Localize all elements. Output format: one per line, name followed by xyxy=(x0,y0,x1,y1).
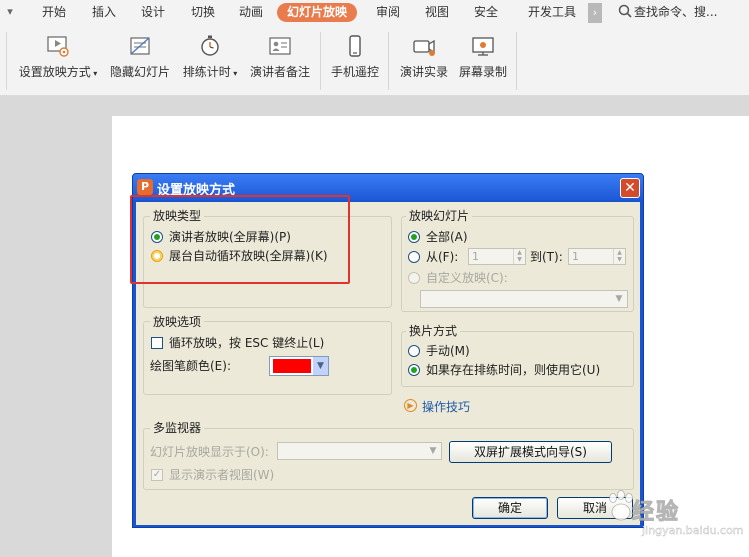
screen-record-icon xyxy=(472,37,494,56)
watermark-text: 经验 xyxy=(631,500,681,526)
speaker-notes-button[interactable]: 演讲者备注 xyxy=(248,34,312,90)
ribbon-tab-bar: ▾ 开始 插入 设计 切换 动画 幻灯片放映 审阅 视图 安全 开发工具 › 查… xyxy=(0,0,749,26)
custom-show-select: ▼ xyxy=(420,290,628,308)
record-speech-button[interactable]: 演讲实录 xyxy=(396,34,452,90)
advance-slides-label: 换片方式 xyxy=(406,322,461,339)
close-button[interactable]: ✕ xyxy=(620,178,640,198)
hide-slide-label: 隐藏幻灯片 xyxy=(109,65,170,79)
phone-remote-label: 手机遥控 xyxy=(330,65,379,79)
chevron-down-icon[interactable]: ▾ xyxy=(2,4,18,20)
rehearse-timings-button[interactable]: 排练计时 ▾ xyxy=(180,34,240,90)
from-label[interactable]: 从(F): xyxy=(426,249,458,265)
tab-transition[interactable]: 切换 xyxy=(181,3,225,22)
dropdown-arrow-icon: ▾ xyxy=(230,69,238,78)
radio-all-slides[interactable] xyxy=(408,231,420,243)
tab-home[interactable]: 开始 xyxy=(32,3,76,22)
loop-checkbox[interactable] xyxy=(151,337,163,349)
tab-design[interactable]: 设计 xyxy=(131,3,175,22)
ribbon-toolbar: 设置放映方式 ▾ 隐藏幻灯片 排练计时 ▾ 演讲者备注 手机遥控 演讲实录 屏幕… xyxy=(0,26,749,96)
phone-remote-button[interactable]: 手机遥控 xyxy=(328,34,382,90)
manual-advance-label[interactable]: 手动(M) xyxy=(426,343,470,359)
rehearse-timings-label: 排练计时 xyxy=(182,65,231,79)
play-circle-icon: ▶ xyxy=(404,399,417,412)
chevron-down-icon: ▼ xyxy=(429,446,437,456)
from-slide-value: 1 xyxy=(472,250,479,263)
tips-link[interactable]: 操作技巧 xyxy=(422,398,470,415)
tab-developer[interactable]: 开发工具 xyxy=(518,3,586,22)
chevron-down-icon[interactable]: ▼ xyxy=(313,357,328,375)
search-placeholder: 查找命令、搜... xyxy=(634,5,718,19)
watermark-url: jingyan.baidu.com xyxy=(642,524,744,537)
hide-slide-icon xyxy=(130,37,150,55)
dual-screen-wizard-button[interactable]: 双屏扩展模式向导(S) xyxy=(449,441,612,463)
pen-color-label: 绘图笔颜色(E): xyxy=(150,359,231,373)
display-on-select: ▼ xyxy=(277,442,442,460)
loop-label[interactable]: 循环放映，按 ESC 键终止(L) xyxy=(169,335,324,351)
show-slides-label: 放映幻灯片 xyxy=(406,207,473,224)
slideshow-settings-icon xyxy=(47,36,69,57)
presenter-view-label: 显示演示者视图(W) xyxy=(169,468,275,482)
screen-record-label: 屏幕录制 xyxy=(458,65,507,79)
pen-color-picker[interactable]: ▼ xyxy=(269,356,329,376)
speaker-notes-icon xyxy=(269,37,291,55)
ribbon-separator xyxy=(516,32,517,90)
ok-button[interactable]: 确定 xyxy=(472,497,548,519)
use-timings-label[interactable]: 如果存在排练时间，则使用它(U) xyxy=(426,362,600,378)
to-label: 到(T): xyxy=(530,250,563,264)
pen-color-swatch xyxy=(273,359,311,373)
custom-show-label: 自定义放映(C): xyxy=(426,271,508,285)
to-slide-value: 1 xyxy=(572,250,579,263)
tab-view[interactable]: 视图 xyxy=(415,3,459,22)
tab-animation[interactable]: 动画 xyxy=(229,3,273,22)
command-search[interactable]: 查找命令、搜... xyxy=(618,3,717,22)
speaker-notes-label: 演讲者备注 xyxy=(249,65,310,79)
tab-review[interactable]: 审阅 xyxy=(366,3,410,22)
tab-security[interactable]: 安全 xyxy=(464,3,508,22)
advance-slides-group xyxy=(401,331,634,387)
tab-slideshow[interactable]: 幻灯片放映 xyxy=(277,3,358,22)
show-options-label: 放映选项 xyxy=(150,313,205,330)
ribbon-separator xyxy=(6,32,7,90)
search-icon xyxy=(618,4,632,18)
all-slides-label[interactable]: 全部(A) xyxy=(426,229,468,245)
app-logo-icon: P xyxy=(137,179,153,195)
radio-custom-show xyxy=(408,272,420,284)
spinner-arrows-icon[interactable]: ▲ ▼ xyxy=(613,249,625,264)
highlight-box xyxy=(130,195,350,284)
video-camera-icon xyxy=(413,39,435,56)
presenter-view-checkbox: ✓ xyxy=(151,469,163,481)
more-tabs-button[interactable]: › xyxy=(588,3,602,23)
ribbon-separator xyxy=(320,32,321,90)
dropdown-arrow-icon: ▾ xyxy=(90,69,98,78)
to-slide-spinner[interactable]: 1 ▲ ▼ xyxy=(568,248,626,265)
chevron-down-icon: ▼ xyxy=(615,294,623,304)
ribbon-separator xyxy=(388,32,389,90)
from-slide-spinner[interactable]: 1 ▲ ▼ xyxy=(468,248,526,265)
record-speech-label: 演讲实录 xyxy=(399,65,448,79)
spinner-arrows-icon[interactable]: ▲ ▼ xyxy=(513,249,525,264)
display-on-label: 幻灯片放映显示于(O): xyxy=(150,445,269,459)
phone-icon xyxy=(349,35,361,57)
radio-from-slide[interactable] xyxy=(408,251,420,263)
watermark: 经验 jingyan.baidu.com xyxy=(600,470,749,557)
screen-record-button[interactable]: 屏幕录制 xyxy=(456,34,510,90)
radio-use-timings[interactable] xyxy=(408,364,420,376)
setup-slideshow-button[interactable]: 设置放映方式 ▾ xyxy=(16,34,100,90)
monitors-label: 多监视器 xyxy=(150,419,205,436)
tab-insert[interactable]: 插入 xyxy=(82,3,126,22)
hide-slide-button[interactable]: 隐藏幻灯片 xyxy=(108,34,172,90)
radio-manual-advance[interactable] xyxy=(408,345,420,357)
stopwatch-icon xyxy=(201,35,219,56)
setup-slideshow-label: 设置放映方式 xyxy=(18,65,91,79)
